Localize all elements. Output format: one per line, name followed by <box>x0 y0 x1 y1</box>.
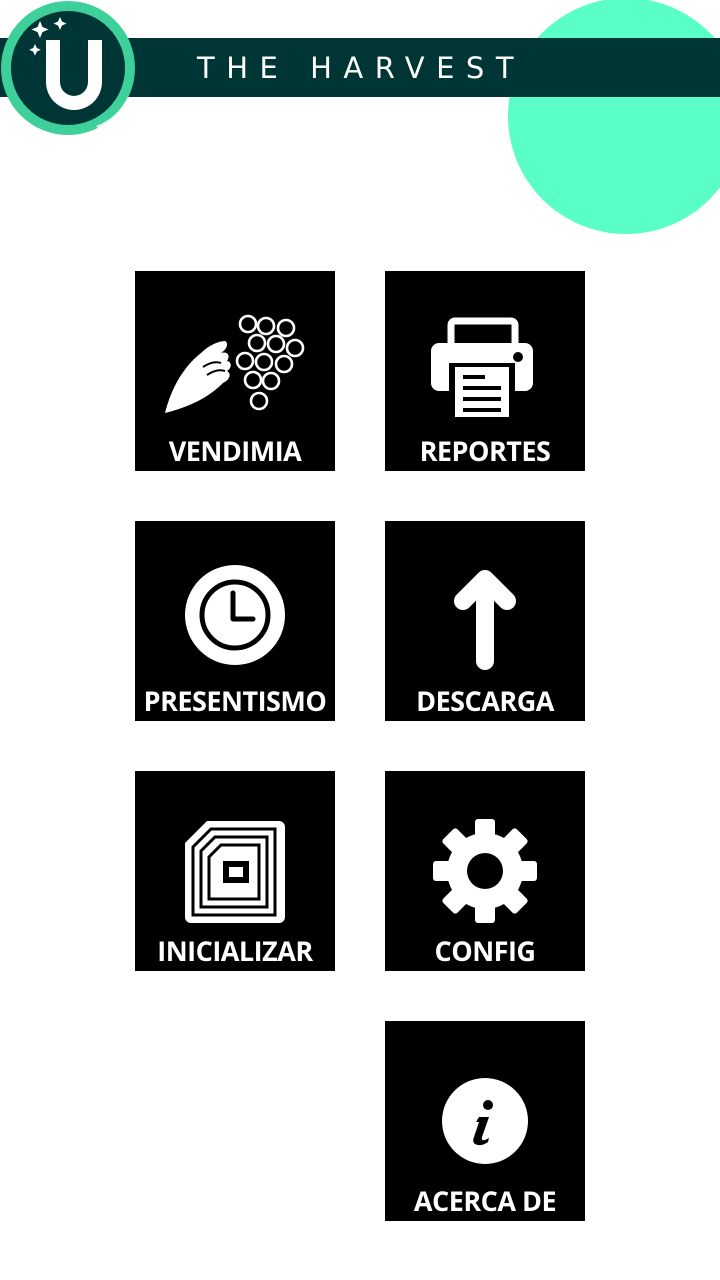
gear-icon <box>385 771 585 931</box>
presentismo-label: PRESENTISMO <box>143 682 327 719</box>
presentismo-button[interactable]: PRESENTISMO <box>135 521 335 721</box>
vendimia-label: VENDIMIA <box>168 432 302 469</box>
descarga-button[interactable]: DESCARGA <box>385 521 585 721</box>
app-title: THE HARVEST <box>197 51 526 85</box>
descarga-label: DESCARGA <box>416 682 554 719</box>
printer-icon <box>385 271 585 431</box>
decorative-accent-circle <box>508 0 720 234</box>
vendimia-button[interactable]: VENDIMIA <box>135 271 335 471</box>
arrow-up-icon <box>385 521 585 681</box>
inicializar-label: INICIALIZAR <box>157 932 313 969</box>
config-label: CONFIG <box>434 932 536 969</box>
nfc-tag-icon <box>135 771 335 931</box>
hand-grapes-icon <box>135 271 335 431</box>
reportes-button[interactable]: REPORTES <box>385 271 585 471</box>
clock-icon <box>135 521 335 681</box>
config-button[interactable]: CONFIG <box>385 771 585 971</box>
reportes-label: REPORTES <box>419 432 551 469</box>
inicializar-button[interactable]: INICIALIZAR <box>135 771 335 971</box>
acerca-de-button[interactable]: ACERCA DE <box>385 1021 585 1221</box>
acerca-de-label: ACERCA DE <box>413 1182 557 1219</box>
app-logo <box>0 0 140 140</box>
info-icon <box>385 1021 585 1181</box>
